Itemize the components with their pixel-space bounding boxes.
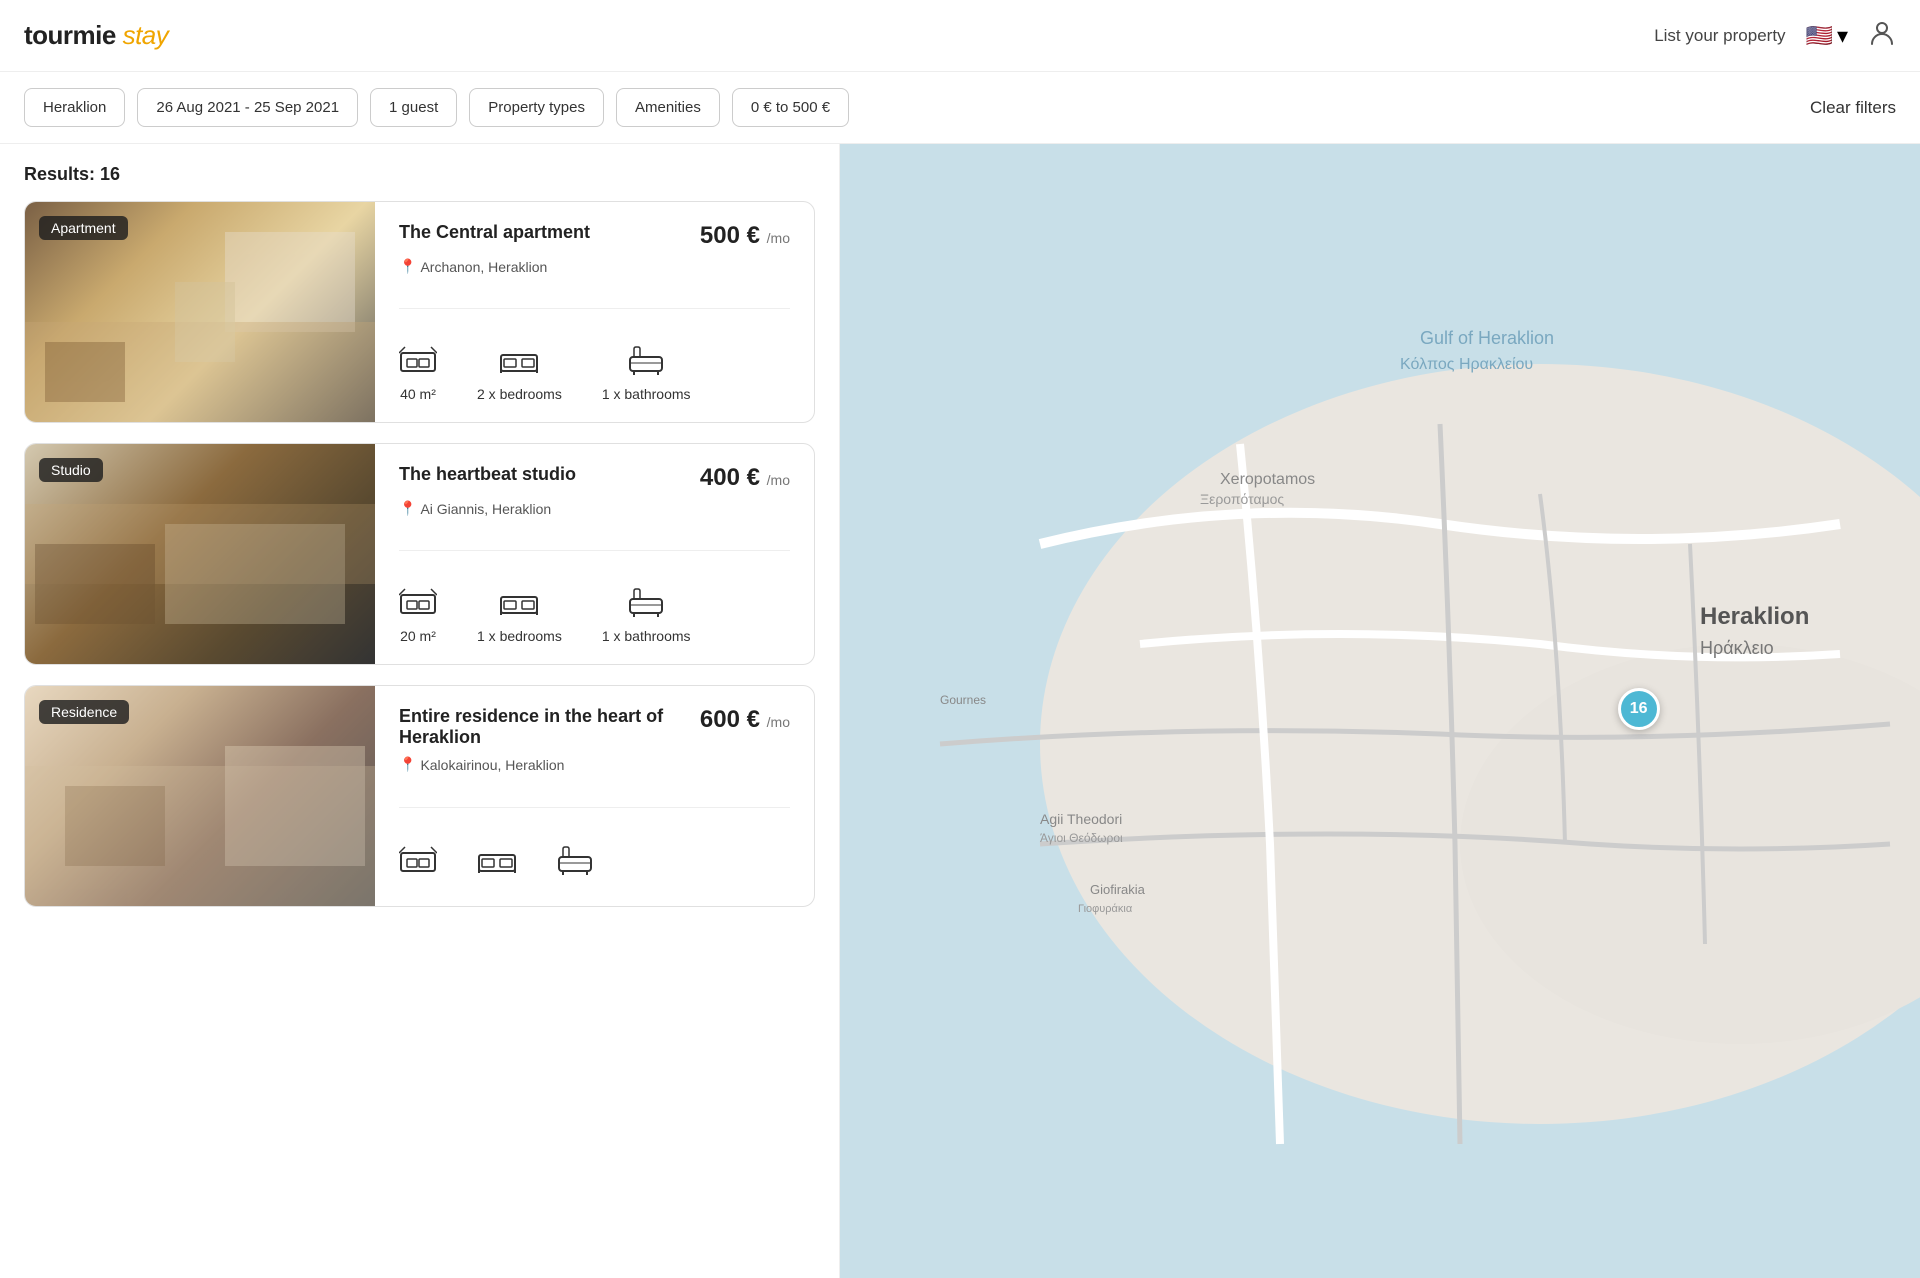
location-text: Ai Giannis, Heraklion xyxy=(420,501,551,517)
location-text: Archanon, Heraklion xyxy=(420,259,547,275)
card-divider xyxy=(399,308,790,309)
card-top: Entire residence in the heart of Herakli… xyxy=(399,706,790,748)
property-title: The heartbeat studio xyxy=(399,464,576,485)
svg-text:Κόλπος Ηρακλείου: Κόλπος Ηρακλείου xyxy=(1400,356,1533,373)
amenity-bedrooms: 2 x bedrooms xyxy=(477,345,562,402)
header-actions: List your property 🇺🇸 ▾ xyxy=(1654,18,1896,53)
location-filter[interactable]: Heraklion xyxy=(24,88,125,127)
location-pin-icon: 📍 xyxy=(399,258,416,275)
list-property-button[interactable]: List your property xyxy=(1654,26,1785,46)
results-count: Results: 16 xyxy=(24,164,815,185)
bedroom-icon xyxy=(477,845,517,880)
bedroom-icon xyxy=(499,587,539,622)
card-top: The Central apartment 500 € /mo xyxy=(399,222,790,250)
svg-text:Ηράκλειο: Ηράκλειο xyxy=(1700,638,1774,658)
card-top: The heartbeat studio 400 € /mo xyxy=(399,464,790,492)
card-image-wrap: Studio xyxy=(25,444,375,664)
logo-italic: stay xyxy=(123,20,169,50)
area-icon xyxy=(399,587,437,622)
bathroom-icon xyxy=(557,845,593,880)
amenity-area: 40 m² xyxy=(399,345,437,402)
amenity-area xyxy=(399,845,437,886)
svg-text:Giofirakia: Giofirakia xyxy=(1090,882,1146,897)
card-image-wrap: Residence xyxy=(25,686,375,906)
results-number: 16 xyxy=(100,164,120,184)
card-body: The Central apartment 500 € /mo 📍 Archan… xyxy=(375,202,814,422)
property-price: 600 € /mo xyxy=(700,706,790,734)
amenity-area: 20 m² xyxy=(399,587,437,644)
svg-text:Gournes: Gournes xyxy=(940,693,986,707)
property-type-badge: Apartment xyxy=(39,216,128,240)
price-range-filter[interactable]: 0 € to 500 € xyxy=(732,88,849,127)
card-divider xyxy=(399,807,790,808)
clear-filters-button[interactable]: Clear filters xyxy=(1810,98,1896,118)
bathroom-icon xyxy=(628,345,664,380)
chevron-down-icon: ▾ xyxy=(1837,23,1848,49)
amenity-bathrooms: 1 x bathrooms xyxy=(602,345,691,402)
map-cluster-marker[interactable]: 16 xyxy=(1618,688,1660,730)
flag-icon: 🇺🇸 xyxy=(1806,23,1833,49)
property-title: Entire residence in the heart of Herakli… xyxy=(399,706,679,748)
svg-text:Ξεροπόταμος: Ξεροπόταμος xyxy=(1200,491,1284,507)
property-type-badge: Residence xyxy=(39,700,129,724)
bathrooms-value: 1 x bathrooms xyxy=(602,386,691,402)
svg-text:Άγιοι Θεόδωροι: Άγιοι Θεόδωροι xyxy=(1040,831,1123,845)
location-text: Kalokairinou, Heraklion xyxy=(420,757,564,773)
bedrooms-value: 2 x bedrooms xyxy=(477,386,562,402)
property-location: 📍 Kalokairinou, Heraklion xyxy=(399,756,790,773)
main-header: tourmie stay List your property 🇺🇸 ▾ xyxy=(0,0,1920,72)
area-icon xyxy=(399,845,437,880)
language-selector[interactable]: 🇺🇸 ▾ xyxy=(1806,23,1848,49)
property-price: 500 € /mo xyxy=(700,222,790,250)
card-amenities xyxy=(399,837,790,886)
card-amenities: 40 m² 2 x bedrooms xyxy=(399,337,790,402)
property-card[interactable]: Residence Entire residence in the heart … xyxy=(24,685,815,907)
card-body: The heartbeat studio 400 € /mo 📍 Ai Gian… xyxy=(375,444,814,664)
svg-text:Xeropotamos: Xeropotamos xyxy=(1220,471,1315,488)
area-value: 20 m² xyxy=(400,628,436,644)
results-panel: Results: 16 Apartment xyxy=(0,144,840,1278)
location-pin-icon: 📍 xyxy=(399,500,416,517)
amenity-bathrooms: 1 x bathrooms xyxy=(602,587,691,644)
bedrooms-value: 1 x bedrooms xyxy=(477,628,562,644)
property-types-filter[interactable]: Property types xyxy=(469,88,604,127)
main-layout: Results: 16 Apartment xyxy=(0,144,1920,1278)
logo: tourmie stay xyxy=(24,20,168,51)
map-svg: Heraklion Ηράκλειο Xeropotamos Ξεροπόταμ… xyxy=(840,144,1920,1278)
amenity-bathrooms xyxy=(557,845,593,886)
amenity-bedrooms xyxy=(477,845,517,886)
property-card[interactable]: Studio The heartbeat studio 400 € /mo 📍 … xyxy=(24,443,815,665)
property-type-badge: Studio xyxy=(39,458,103,482)
area-icon xyxy=(399,345,437,380)
guests-filter[interactable]: 1 guest xyxy=(370,88,457,127)
property-location: 📍 Archanon, Heraklion xyxy=(399,258,790,275)
map-panel: Heraklion Ηράκλειο Xeropotamos Ξεροπόταμ… xyxy=(840,144,1920,1278)
property-title: The Central apartment xyxy=(399,222,590,243)
svg-text:Gulf of Heraklion: Gulf of Heraklion xyxy=(1420,328,1554,348)
card-divider xyxy=(399,550,790,551)
amenity-bedrooms: 1 x bedrooms xyxy=(477,587,562,644)
svg-text:Heraklion: Heraklion xyxy=(1700,603,1809,630)
amenities-filter[interactable]: Amenities xyxy=(616,88,720,127)
property-location: 📍 Ai Giannis, Heraklion xyxy=(399,500,790,517)
filter-bar: Heraklion 26 Aug 2021 - 25 Sep 2021 1 gu… xyxy=(0,72,1920,144)
area-value: 40 m² xyxy=(400,386,436,402)
svg-text:Γιοφυράκια: Γιοφυράκια xyxy=(1078,903,1133,915)
card-amenities: 20 m² 1 x bedrooms xyxy=(399,579,790,644)
bathrooms-value: 1 x bathrooms xyxy=(602,628,691,644)
bedroom-icon xyxy=(499,345,539,380)
results-label: Results: xyxy=(24,164,95,184)
card-image-wrap: Apartment xyxy=(25,202,375,422)
user-icon[interactable] xyxy=(1868,18,1896,53)
property-card[interactable]: Apartment The Central apartment 500 € /m… xyxy=(24,201,815,423)
card-body: Entire residence in the heart of Herakli… xyxy=(375,686,814,906)
location-pin-icon: 📍 xyxy=(399,756,416,773)
dates-filter[interactable]: 26 Aug 2021 - 25 Sep 2021 xyxy=(137,88,358,127)
property-price: 400 € /mo xyxy=(700,464,790,492)
bathroom-icon xyxy=(628,587,664,622)
svg-text:Agii Theodori: Agii Theodori xyxy=(1040,811,1122,827)
